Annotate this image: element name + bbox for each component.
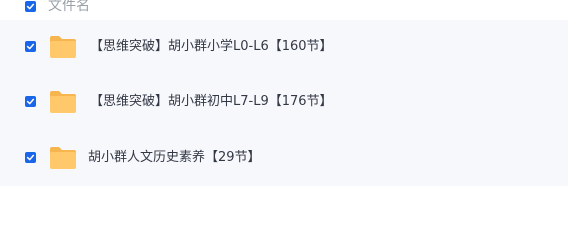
- row-checkbox[interactable]: [25, 41, 36, 52]
- checkmark-icon: [26, 43, 35, 50]
- checkmark-icon: [26, 3, 35, 10]
- file-name[interactable]: 【思维突破】胡小群初中L7-L9【176节】: [90, 94, 333, 110]
- file-name[interactable]: 胡小群人文历史素养【29节】: [88, 150, 261, 166]
- select-all-checkbox[interactable]: [25, 1, 36, 12]
- file-row[interactable]: 胡小群人文历史素养【29节】: [0, 131, 568, 187]
- checkmark-icon: [26, 98, 35, 105]
- row-checkbox[interactable]: [25, 96, 36, 107]
- file-row[interactable]: 【思维突破】胡小群初中L7-L9【176节】: [0, 75, 568, 131]
- file-list-header: 文件名: [0, 0, 568, 16]
- column-header-filename[interactable]: 文件名: [48, 0, 90, 14]
- checkmark-icon: [26, 154, 35, 161]
- file-row[interactable]: 【思维突破】胡小群小学L0-L6【160节】: [0, 20, 568, 76]
- folder-icon: [50, 147, 76, 169]
- folder-icon: [50, 36, 76, 58]
- folder-icon: [50, 91, 76, 113]
- file-name[interactable]: 【思维突破】胡小群小学L0-L6【160节】: [90, 39, 333, 55]
- row-checkbox[interactable]: [25, 152, 36, 163]
- file-list: 【思维突破】胡小群小学L0-L6【160节】 【思维突破】胡小群初中L7-L9【…: [0, 20, 568, 186]
